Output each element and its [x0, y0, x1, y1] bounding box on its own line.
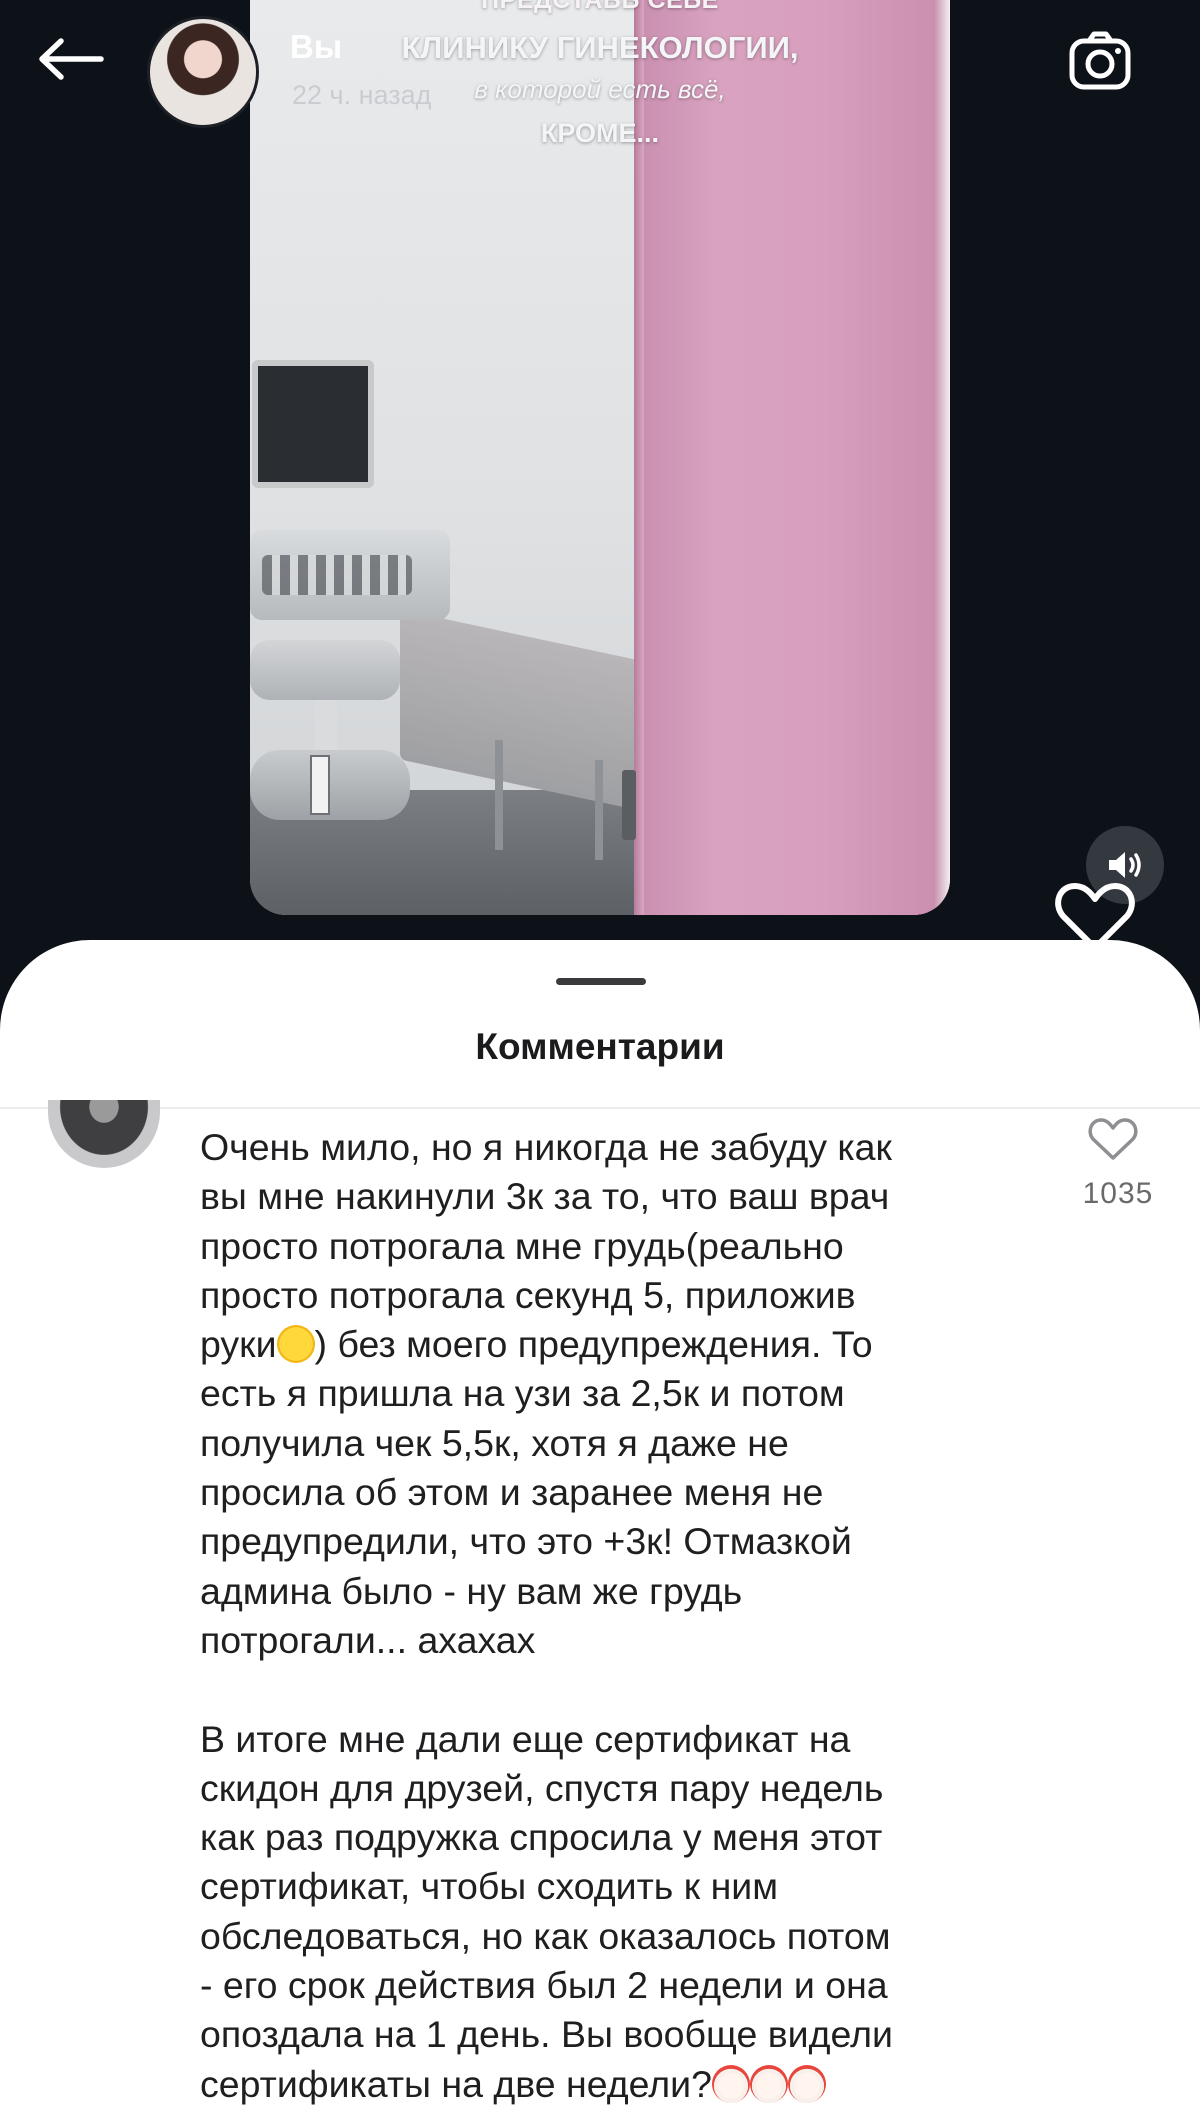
video-scene-chair-tag — [310, 755, 330, 815]
video-scene-door-handle — [622, 770, 636, 840]
author-avatar[interactable] — [147, 16, 259, 128]
video-player[interactable]: ПРЕДСТАВЬ СЕБЕ КЛИНИКУ ГИНЕКОЛОГИИ, в ко… — [250, 0, 950, 915]
speaker-icon — [1109, 852, 1141, 878]
comments-title: Комментарии — [475, 1026, 725, 1067]
sheet-divider — [0, 1107, 1200, 1109]
commenter-avatar[interactable] — [48, 1100, 160, 1168]
video-scene-couch — [400, 609, 640, 811]
video-scene-couch-leg — [595, 760, 603, 860]
back-button[interactable] — [30, 24, 110, 94]
video-viewer: ПРЕДСТАВЬ СЕБЕ КЛИНИКУ ГИНЕКОЛОГИИ, в ко… — [0, 0, 1200, 960]
comment-text-part2: ) без моего предупреждения. То есть я пр… — [200, 1323, 893, 2105]
heart-outline-icon — [1088, 1118, 1138, 1160]
video-scene-monitor — [252, 360, 374, 488]
camera-icon — [1069, 31, 1131, 90]
camera-button[interactable] — [1062, 24, 1138, 100]
video-scene-couch-leg — [495, 740, 503, 850]
comment-text: Очень мило, но я никогда не забуду как в… — [200, 1123, 1040, 2109]
video-caption-line1: ПРЕДСТАВЬ СЕБЕ — [481, 0, 719, 14]
clown-emoji-icon — [749, 2064, 788, 2103]
video-caption-line4: КРОМЕ... — [540, 118, 660, 148]
video-scene-control-panel — [262, 555, 412, 595]
laughing-emoji-icon — [276, 1325, 315, 1364]
clown-emoji-icon — [787, 2064, 826, 2103]
comment-like-count: 1035 — [1082, 1177, 1154, 1210]
arrow-left-icon — [39, 38, 104, 80]
sheet-drag-handle[interactable] — [556, 978, 646, 985]
video-scene-chair-back — [250, 640, 400, 700]
video-scene-chair-seat — [250, 750, 410, 820]
author-name[interactable]: Вы — [290, 28, 342, 66]
post-timestamp: 22 ч. назад — [292, 80, 432, 110]
clown-emoji-icon — [711, 2064, 750, 2103]
comment-like-button[interactable] — [1086, 1112, 1140, 1166]
video-caption-line2: КЛИНИКУ ГИНЕКОЛОГИИ, — [401, 30, 799, 65]
comments-sheet: Комментарии Очень мило, но я никогда не … — [0, 940, 1200, 2124]
